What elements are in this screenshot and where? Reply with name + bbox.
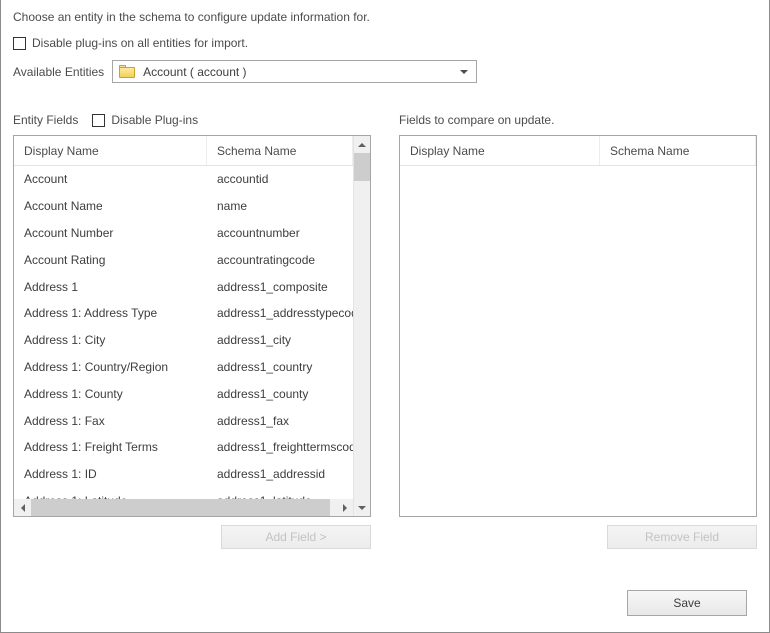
horizontal-scrollbar[interactable] xyxy=(14,499,353,516)
cell-display-name: Account Name xyxy=(14,199,207,213)
scroll-down-button[interactable] xyxy=(354,499,370,516)
table-row[interactable]: Address 1: Country/Regionaddress1_countr… xyxy=(14,354,353,381)
vertical-scrollbar[interactable] xyxy=(353,136,370,516)
arrow-right-icon xyxy=(343,504,347,512)
disable-plugins-label: Disable Plug-ins xyxy=(111,113,198,127)
disable-plugins-row[interactable]: Disable Plug-ins xyxy=(92,113,198,127)
cell-display-name: Address 1: ID xyxy=(14,467,207,481)
table-row[interactable]: Address 1address1_composite xyxy=(14,273,353,300)
listview-header: Display Name Schema Name xyxy=(14,136,353,166)
header-display-name[interactable]: Display Name xyxy=(400,136,600,165)
checkbox-icon[interactable] xyxy=(92,114,105,127)
vscroll-thumb[interactable] xyxy=(354,153,370,181)
entity-fields-title: Entity Fields xyxy=(13,113,78,127)
entity-fields-listview[interactable]: Display Name Schema Name Accountaccounti… xyxy=(13,135,371,517)
table-row[interactable]: Address 1: Countyaddress1_county xyxy=(14,380,353,407)
cell-schema-name: accountratingcode xyxy=(207,253,353,267)
instruction-text: Choose an entity in the schema to config… xyxy=(13,10,757,24)
configure-update-panel: Choose an entity in the schema to config… xyxy=(0,0,770,633)
cell-schema-name: address1_composite xyxy=(207,280,353,294)
cell-display-name: Address 1: Fax xyxy=(14,414,207,428)
available-entities-combobox[interactable]: Account ( account ) xyxy=(112,60,477,83)
compare-fields-title: Fields to compare on update. xyxy=(399,113,554,127)
table-row[interactable]: Address 1: Faxaddress1_fax xyxy=(14,407,353,434)
hscroll-track[interactable] xyxy=(31,499,336,516)
disable-all-plugins-row[interactable]: Disable plug-ins on all entities for imp… xyxy=(13,36,757,50)
selected-entity-text: Account ( account ) xyxy=(143,65,470,79)
remove-field-button: Remove Field xyxy=(607,525,757,549)
cell-display-name: Address 1: County xyxy=(14,387,207,401)
cell-schema-name: address1_country xyxy=(207,360,353,374)
cell-schema-name: accountnumber xyxy=(207,226,353,240)
entity-fields-column: Entity Fields Disable Plug-ins Display N… xyxy=(13,111,371,549)
arrow-down-icon xyxy=(358,506,366,510)
table-row[interactable]: Address 1: Address Typeaddress1_addresst… xyxy=(14,300,353,327)
folder-icon xyxy=(119,65,135,78)
compare-fields-column: Fields to compare on update. Display Nam… xyxy=(399,111,757,549)
table-row[interactable]: Account Ratingaccountratingcode xyxy=(14,246,353,273)
cell-schema-name: name xyxy=(207,199,353,213)
header-schema-name[interactable]: Schema Name xyxy=(207,136,353,165)
cell-display-name: Account Number xyxy=(14,226,207,240)
table-row[interactable]: Address 1: Cityaddress1_city xyxy=(14,327,353,354)
vscroll-track[interactable] xyxy=(354,153,370,499)
available-entities-row: Available Entities Account ( account ) xyxy=(13,60,757,83)
cell-display-name: Address 1: City xyxy=(14,333,207,347)
table-row[interactable]: Address 1: Freight Termsaddress1_freight… xyxy=(14,434,353,461)
arrow-left-icon xyxy=(21,504,25,512)
cell-display-name: Account Rating xyxy=(14,253,207,267)
hscroll-thumb[interactable] xyxy=(31,499,330,516)
cell-schema-name: address1_county xyxy=(207,387,353,401)
table-row[interactable]: Account Numberaccountnumber xyxy=(14,220,353,247)
cell-display-name: Address 1: Address Type xyxy=(14,306,207,320)
cell-schema-name: address1_city xyxy=(207,333,353,347)
add-field-button: Add Field > xyxy=(221,525,371,549)
table-row[interactable]: Account Namename xyxy=(14,193,353,220)
table-row[interactable]: Accountaccountid xyxy=(14,166,353,193)
arrow-up-icon xyxy=(358,143,366,147)
header-schema-name[interactable]: Schema Name xyxy=(600,136,756,165)
cell-schema-name: address1_freighttermscode xyxy=(207,440,353,454)
header-display-name[interactable]: Display Name xyxy=(14,136,207,165)
cell-display-name: Address 1 xyxy=(14,280,207,294)
chevron-down-icon xyxy=(460,70,468,74)
cell-schema-name: accountid xyxy=(207,172,353,186)
table-row[interactable]: Address 1: Latitudeaddress1_latitude xyxy=(14,488,353,499)
save-button[interactable]: Save xyxy=(627,590,747,616)
cell-display-name: Address 1: Freight Terms xyxy=(14,440,207,454)
table-row[interactable]: Address 1: IDaddress1_addressid xyxy=(14,461,353,488)
listview-header: Display Name Schema Name xyxy=(400,136,756,166)
cell-schema-name: address1_addresstypecode xyxy=(207,306,353,320)
cell-schema-name: address1_fax xyxy=(207,414,353,428)
scroll-right-button[interactable] xyxy=(336,499,353,516)
scroll-left-button[interactable] xyxy=(14,499,31,516)
cell-display-name: Address 1: Country/Region xyxy=(14,360,207,374)
scroll-up-button[interactable] xyxy=(354,136,370,153)
available-entities-label: Available Entities xyxy=(13,65,104,79)
disable-all-plugins-label: Disable plug-ins on all entities for imp… xyxy=(32,36,248,50)
cell-schema-name: address1_addressid xyxy=(207,467,353,481)
compare-fields-listview[interactable]: Display Name Schema Name xyxy=(399,135,757,517)
checkbox-icon[interactable] xyxy=(13,37,26,50)
cell-display-name: Account xyxy=(14,172,207,186)
